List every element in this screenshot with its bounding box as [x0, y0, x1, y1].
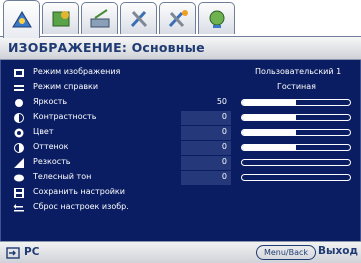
page-header: ИЗОБРАЖЕНИЕ: Основные — [0, 36, 361, 60]
skin-tone-slider[interactable] — [241, 174, 351, 181]
information-icon — [209, 10, 224, 28]
contrast-slider[interactable] — [241, 114, 351, 121]
menu-item-picture-mode[interactable]: Режим изображения Пользовательский 1 — [13, 66, 353, 81]
page-title: ИЗОБРАЖЕНИЕ: Основные — [8, 40, 205, 55]
menu-item-label: Сохранить настройки — [33, 187, 125, 196]
menu-item-label: Яркость — [33, 97, 68, 106]
tab-display[interactable] — [81, 2, 118, 34]
menu-item-sharpness[interactable]: Резкость 0 — [13, 156, 353, 171]
skin-tone-icon — [14, 174, 24, 182]
reference-mode-value: Гостиная — [277, 82, 316, 91]
reset-icon — [13, 204, 24, 212]
skin-tone-value: 0 — [221, 172, 227, 181]
sharpness-value-box: 0 — [181, 156, 231, 170]
menu-panel: Режим изображения Пользовательский 1 Реж… — [0, 60, 361, 241]
display-icon — [90, 8, 109, 27]
advanced-picture-icon — [52, 10, 69, 26]
save-icon — [14, 188, 24, 198]
color-value: 0 — [221, 127, 227, 136]
tab-advanced-picture[interactable] — [42, 2, 79, 34]
sharpness-slider[interactable] — [241, 159, 351, 166]
menu-back-button[interactable]: Menu/Back — [256, 245, 316, 260]
menu-item-tint[interactable]: Оттенок 0 — [13, 141, 353, 156]
advanced-settings-icon — [168, 9, 188, 27]
tint-value-box: 0 — [181, 141, 231, 155]
menu-item-color[interactable]: Цвет 0 — [13, 126, 353, 141]
settings-icon — [130, 10, 147, 27]
color-value-box: 0 — [181, 126, 231, 140]
tint-value: 0 — [221, 142, 227, 151]
menu-item-label: Режим изображения — [33, 67, 121, 76]
contrast-slider-fill — [242, 115, 296, 120]
picture-mode-icon — [14, 69, 24, 77]
brightness-value-box: 50 — [181, 96, 231, 110]
menu-item-label: Контрастность — [33, 112, 97, 121]
sharpness-icon — [14, 158, 24, 168]
menu-item-label: Оттенок — [33, 142, 69, 151]
sharpness-value: 0 — [221, 157, 227, 166]
menu-back-label: Menu/Back — [263, 248, 309, 257]
tab-information[interactable] — [198, 2, 235, 34]
tab-settings[interactable] — [120, 2, 157, 34]
menu-item-reset-settings[interactable]: Сброс настроек изобр. — [13, 201, 353, 216]
menu-item-label: Резкость — [33, 157, 71, 166]
tab-strip — [0, 0, 361, 38]
tint-slider-fill — [242, 145, 296, 150]
menu-item-label: Режим справки — [33, 82, 99, 91]
menu-item-reference-mode[interactable]: Режим справки Гостиная — [13, 81, 353, 96]
menu-item-label: Телесный тон — [33, 172, 92, 181]
menu-item-label: Сброс настроек изобр. — [33, 202, 129, 211]
tint-slider[interactable] — [241, 144, 351, 151]
exit-label[interactable]: Выход — [318, 245, 358, 257]
picture-mode-value: Пользовательский 1 — [255, 67, 342, 76]
contrast-icon — [14, 113, 24, 123]
skin-tone-value-box: 0 — [181, 171, 231, 185]
tab-advanced-settings[interactable] — [159, 2, 196, 34]
tab-picture[interactable] — [3, 0, 40, 38]
color-icon — [14, 128, 24, 138]
footer-bar: PC Menu/Back Выход — [0, 241, 361, 263]
input-source-icon — [6, 247, 20, 259]
contrast-value-box: 0 — [181, 111, 231, 125]
color-slider[interactable] — [241, 129, 351, 136]
tint-icon — [14, 143, 24, 153]
menu-item-brightness[interactable]: Яркость 50 — [13, 96, 353, 111]
color-slider-fill — [242, 130, 296, 135]
menu-item-label: Цвет — [33, 127, 54, 136]
menu-item-skin-tone[interactable]: Телесный тон 0 — [13, 171, 353, 186]
contrast-value: 0 — [221, 112, 227, 121]
input-source-label: PC — [24, 246, 40, 258]
menu-item-contrast[interactable]: Контрастность 0 — [13, 111, 353, 126]
brightness-slider-fill — [242, 100, 296, 105]
brightness-value: 50 — [216, 97, 227, 106]
brightness-slider[interactable] — [241, 99, 351, 106]
picture-icon — [11, 10, 32, 27]
brightness-icon — [15, 99, 23, 107]
projector-osd: ИЗОБРАЖЕНИЕ: Основные Режим изображения … — [0, 0, 361, 263]
reference-mode-icon — [14, 85, 24, 91]
menu-item-save-settings[interactable]: Сохранить настройки — [13, 186, 353, 201]
